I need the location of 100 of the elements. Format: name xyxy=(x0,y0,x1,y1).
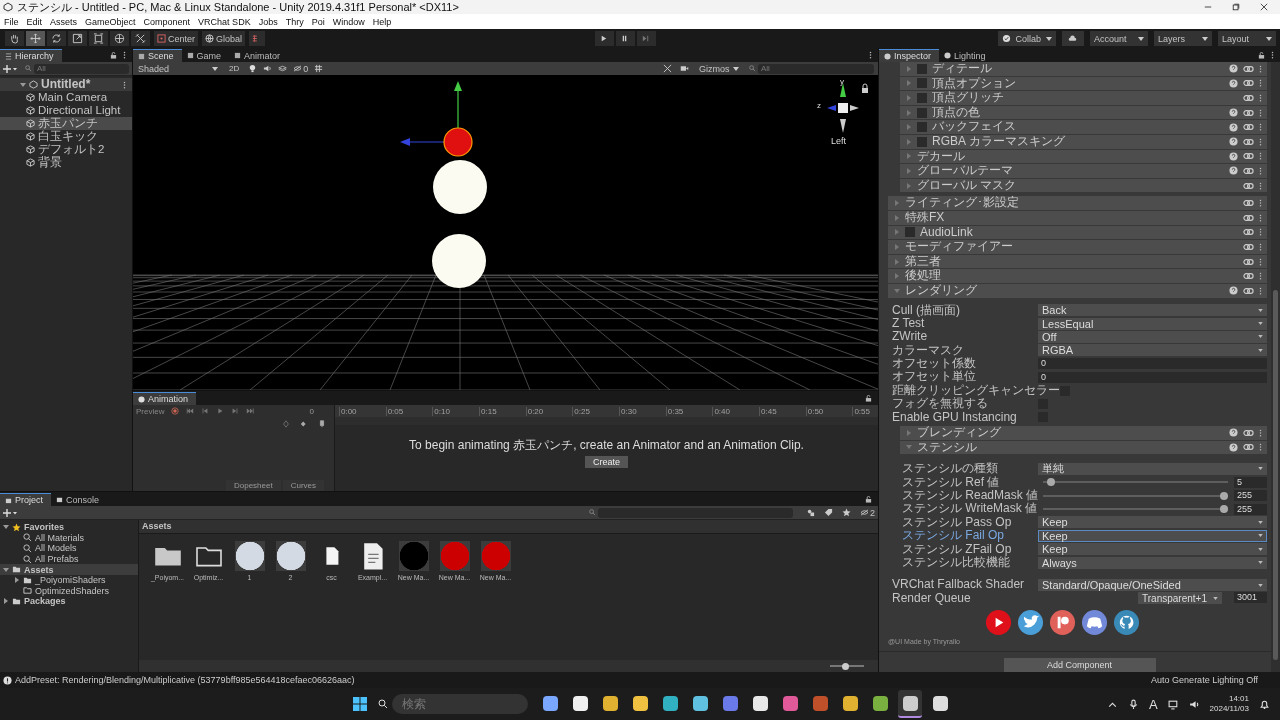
tree-item[interactable]: All Models xyxy=(0,543,138,554)
view-tab[interactable]: Game xyxy=(181,49,230,62)
section-header[interactable]: グローバル マスク xyxy=(900,178,1267,193)
hierarchy-item[interactable]: Directional Light xyxy=(0,104,132,117)
notification-bell-icon[interactable] xyxy=(1259,698,1270,710)
more-icon[interactable] xyxy=(1259,257,1262,266)
property-dropdown[interactable]: Back xyxy=(1038,304,1267,317)
status-message[interactable]: AddPreset: Rendering/Blending/Multiplicative (53779bff985e564418cefaec06626aac) xyxy=(15,675,355,685)
cloud-button[interactable] xyxy=(1062,31,1084,46)
menu-item[interactable]: Assets xyxy=(50,16,78,27)
move-tool-button[interactable] xyxy=(26,31,45,46)
cat-logo-icon[interactable] xyxy=(1113,609,1140,637)
shading-dropdown[interactable]: Shaded xyxy=(136,62,220,75)
selected-sphere[interactable] xyxy=(443,127,473,157)
lock-icon[interactable] xyxy=(1258,51,1265,59)
menu-item[interactable]: GameObject xyxy=(85,16,136,27)
help-icon[interactable] xyxy=(1229,122,1238,132)
tree-item[interactable]: All Materials xyxy=(0,532,138,544)
layout-dropdown[interactable]: Layout xyxy=(1218,31,1276,46)
section-header[interactable]: レンダリング xyxy=(888,283,1267,298)
queue-dropdown[interactable]: Transparent+1 xyxy=(1138,592,1222,605)
material-sphere-thumbnail[interactable] xyxy=(234,541,265,571)
hierarchy-item[interactable]: Main Camera xyxy=(0,91,132,104)
property-dropdown[interactable]: Always xyxy=(1038,556,1267,569)
more-icon[interactable] xyxy=(1259,428,1262,437)
slider-thumb[interactable] xyxy=(1220,505,1228,514)
more-icon[interactable] xyxy=(1259,64,1262,73)
link-icon[interactable] xyxy=(1243,137,1254,146)
layers-icon[interactable] xyxy=(278,64,288,73)
section-checkbox[interactable] xyxy=(917,78,927,89)
number-field[interactable]: 255 xyxy=(1234,503,1267,515)
section-header[interactable]: 後処理 xyxy=(888,269,1267,283)
property-dropdown[interactable]: 単純 xyxy=(1038,462,1267,475)
menu-item[interactable]: Poi xyxy=(311,16,325,27)
more-icon[interactable] xyxy=(1259,242,1262,251)
menu-item[interactable]: Jobs xyxy=(258,16,278,27)
hand-tool-button[interactable] xyxy=(5,31,24,46)
play-icon[interactable] xyxy=(216,407,225,415)
property-dropdown[interactable]: LessEqual xyxy=(1038,317,1267,330)
more-icon[interactable] xyxy=(1259,228,1262,237)
add-keyframe-icon[interactable] xyxy=(282,420,290,428)
layers-dropdown[interactable]: Layers xyxy=(1154,31,1212,46)
section-header[interactable]: 頂点の色 xyxy=(900,105,1267,120)
link-icon[interactable] xyxy=(1243,123,1254,132)
lock-icon[interactable] xyxy=(110,51,117,59)
rect-tool-button[interactable] xyxy=(89,31,108,46)
lighting-status[interactable]: Auto Generate Lighting Off xyxy=(1151,675,1258,685)
dopesheet-tab[interactable]: Dopesheet xyxy=(225,480,281,491)
lock-icon[interactable] xyxy=(865,394,872,402)
section-header[interactable]: ブレンディング xyxy=(900,426,1267,440)
monitor-icon[interactable] xyxy=(1167,698,1179,710)
gizmos-dropdown[interactable]: Gizmos xyxy=(697,62,741,75)
start-icon[interactable] xyxy=(352,696,368,712)
tag-icon[interactable] xyxy=(824,508,833,517)
filter-type-icon[interactable] xyxy=(806,508,815,517)
tree-item[interactable]: Favorites xyxy=(0,522,138,533)
hierarchy-item[interactable]: 赤玉パンチ xyxy=(0,117,132,130)
more-icon[interactable] xyxy=(1259,272,1262,281)
create-button[interactable]: Create xyxy=(585,455,628,468)
camera-icon[interactable] xyxy=(680,64,689,73)
transform-tool-button[interactable] xyxy=(110,31,129,46)
property-dropdown[interactable]: Standard/Opaque/OneSided xyxy=(1038,579,1267,591)
section-header[interactable]: ディテール xyxy=(900,62,1267,76)
link-icon[interactable] xyxy=(1243,166,1254,175)
hidden-count[interactable]: 0 xyxy=(293,63,309,74)
grid-icon[interactable] xyxy=(314,64,324,73)
foldout-arrow-icon[interactable] xyxy=(3,598,9,605)
scene-root-row[interactable]: Untitled* xyxy=(0,78,132,91)
section-header[interactable]: デカール xyxy=(900,149,1267,164)
section-header[interactable]: RGBA カラーマスキング xyxy=(900,134,1267,149)
more-icon[interactable] xyxy=(1271,51,1274,59)
frame-field[interactable]: 0 xyxy=(309,406,314,416)
link-icon[interactable] xyxy=(1243,228,1254,237)
hierarchy-item[interactable]: 白玉キック xyxy=(0,130,132,143)
add-component-button[interactable]: Add Component xyxy=(1003,658,1156,673)
more-icon[interactable] xyxy=(123,51,126,59)
more-icon[interactable] xyxy=(1259,213,1262,222)
sphere[interactable] xyxy=(433,160,487,214)
slider-thumb[interactable] xyxy=(1220,491,1228,500)
link-icon[interactable] xyxy=(1243,443,1254,452)
view-tab[interactable]: Scene xyxy=(133,49,182,62)
property-dropdown[interactable]: RGBA xyxy=(1038,344,1267,357)
record-icon[interactable] xyxy=(171,407,180,415)
event-icon[interactable] xyxy=(318,420,326,428)
more-icon[interactable] xyxy=(1259,137,1262,146)
first-frame-icon[interactable] xyxy=(186,407,195,415)
tools-icon[interactable] xyxy=(663,64,672,73)
snap-button[interactable] xyxy=(249,31,266,46)
view-label[interactable]: Left xyxy=(831,136,846,146)
hierarchy-tab[interactable]: Hierarchy xyxy=(0,49,62,62)
ime-indicator[interactable]: A xyxy=(1148,696,1158,712)
tree-item[interactable]: Assets xyxy=(0,564,138,575)
section-header[interactable]: モーディファイアー xyxy=(888,240,1267,254)
play-button[interactable] xyxy=(595,31,614,46)
number-field[interactable]: 5 xyxy=(1234,476,1267,488)
number-field[interactable]: 3001 xyxy=(1234,592,1267,604)
menu-item[interactable]: Help xyxy=(372,16,392,27)
restore-icon[interactable] xyxy=(1232,3,1240,11)
section-checkbox[interactable] xyxy=(917,107,927,118)
more-icon[interactable] xyxy=(123,80,126,89)
